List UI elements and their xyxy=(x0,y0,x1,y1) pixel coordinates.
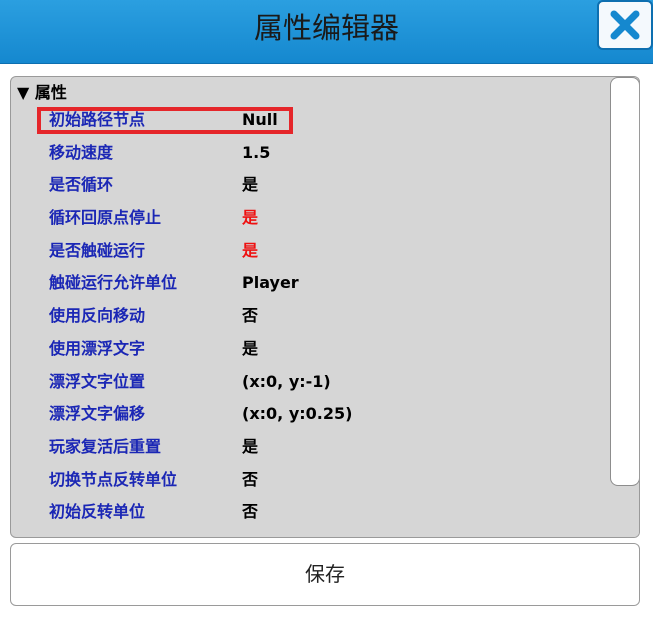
property-key: 使用漂浮文字 xyxy=(49,338,146,358)
property-row-switch-node-flip-unit[interactable]: 切换节点反转单位 否 xyxy=(11,464,611,497)
property-value[interactable]: 否 xyxy=(242,496,258,529)
property-value[interactable]: 否 xyxy=(242,300,258,333)
property-value[interactable]: 1.5 xyxy=(242,137,270,170)
property-row-move-speed[interactable]: 移动速度 1.5 xyxy=(11,137,611,170)
property-value[interactable]: (x:0, y:0.25) xyxy=(242,398,352,431)
property-key: 使用反向移动 xyxy=(49,306,146,326)
property-panel: ▼ 属性 初始路径节点 Null 移动速度 1.5 是否循环 是 循环回原点停止… xyxy=(10,76,640,538)
property-value[interactable]: Null xyxy=(242,104,278,137)
close-button[interactable] xyxy=(597,0,653,50)
section-label: 属性 xyxy=(34,83,67,102)
property-key: 循环回原点停止 xyxy=(49,208,162,228)
property-row-touch-run[interactable]: 是否触碰运行 是 xyxy=(11,235,611,268)
property-key: 初始路径节点 xyxy=(49,110,146,129)
property-row-floating-text-position[interactable]: 漂浮文字位置 (x:0, y:-1) xyxy=(11,366,611,399)
section-header[interactable]: ▼ 属性 xyxy=(17,83,67,103)
collapse-triangle-icon: ▼ xyxy=(17,83,30,102)
property-row-reverse-move[interactable]: 使用反向移动 否 xyxy=(11,300,611,333)
property-key: 初始反转单位 xyxy=(49,502,146,522)
property-row-loop[interactable]: 是否循环 是 xyxy=(11,169,611,202)
title-bar: 属性编辑器 xyxy=(0,0,653,64)
property-value[interactable]: Player xyxy=(242,267,299,300)
property-value[interactable]: (x:0, y:-1) xyxy=(242,366,331,399)
property-key: 玩家复活后重置 xyxy=(49,436,162,456)
close-x-icon xyxy=(610,10,640,40)
property-row-touch-run-allowed-unit[interactable]: 触碰运行允许单位 Player xyxy=(11,267,611,300)
property-key: 是否触碰运行 xyxy=(49,240,146,260)
save-button[interactable]: 保存 xyxy=(10,543,640,606)
property-row-floating-text[interactable]: 使用漂浮文字 是 xyxy=(11,333,611,366)
window-title: 属性编辑器 xyxy=(253,11,399,45)
property-row-loop-stop-at-origin[interactable]: 循环回原点停止 是 xyxy=(11,202,611,235)
property-row-initial-flip-unit[interactable]: 初始反转单位 否 xyxy=(11,496,611,529)
property-value[interactable]: 是 xyxy=(242,431,258,464)
property-value[interactable]: 是 xyxy=(242,202,258,235)
property-value[interactable]: 否 xyxy=(242,464,258,497)
scrollbar-thumb[interactable] xyxy=(610,77,639,486)
property-key: 是否循环 xyxy=(49,175,114,195)
property-key: 切换节点反转单位 xyxy=(49,469,178,489)
property-key: 漂浮文字偏移 xyxy=(49,404,146,424)
property-row-floating-text-offset[interactable]: 漂浮文字偏移 (x:0, y:0.25) xyxy=(11,398,611,431)
property-value[interactable]: 是 xyxy=(242,169,258,202)
vertical-scrollbar[interactable] xyxy=(610,77,639,537)
property-value[interactable]: 是 xyxy=(242,235,258,268)
property-row-initial-path-node[interactable]: 初始路径节点 Null xyxy=(11,104,611,137)
property-value[interactable]: 是 xyxy=(242,333,258,366)
property-key: 触碰运行允许单位 xyxy=(49,273,178,293)
property-key: 移动速度 xyxy=(49,142,114,162)
property-list: 初始路径节点 Null 移动速度 1.5 是否循环 是 循环回原点停止 是 是否… xyxy=(11,104,611,529)
property-row-reset-on-respawn[interactable]: 玩家复活后重置 是 xyxy=(11,431,611,464)
property-key: 漂浮文字位置 xyxy=(49,371,146,391)
